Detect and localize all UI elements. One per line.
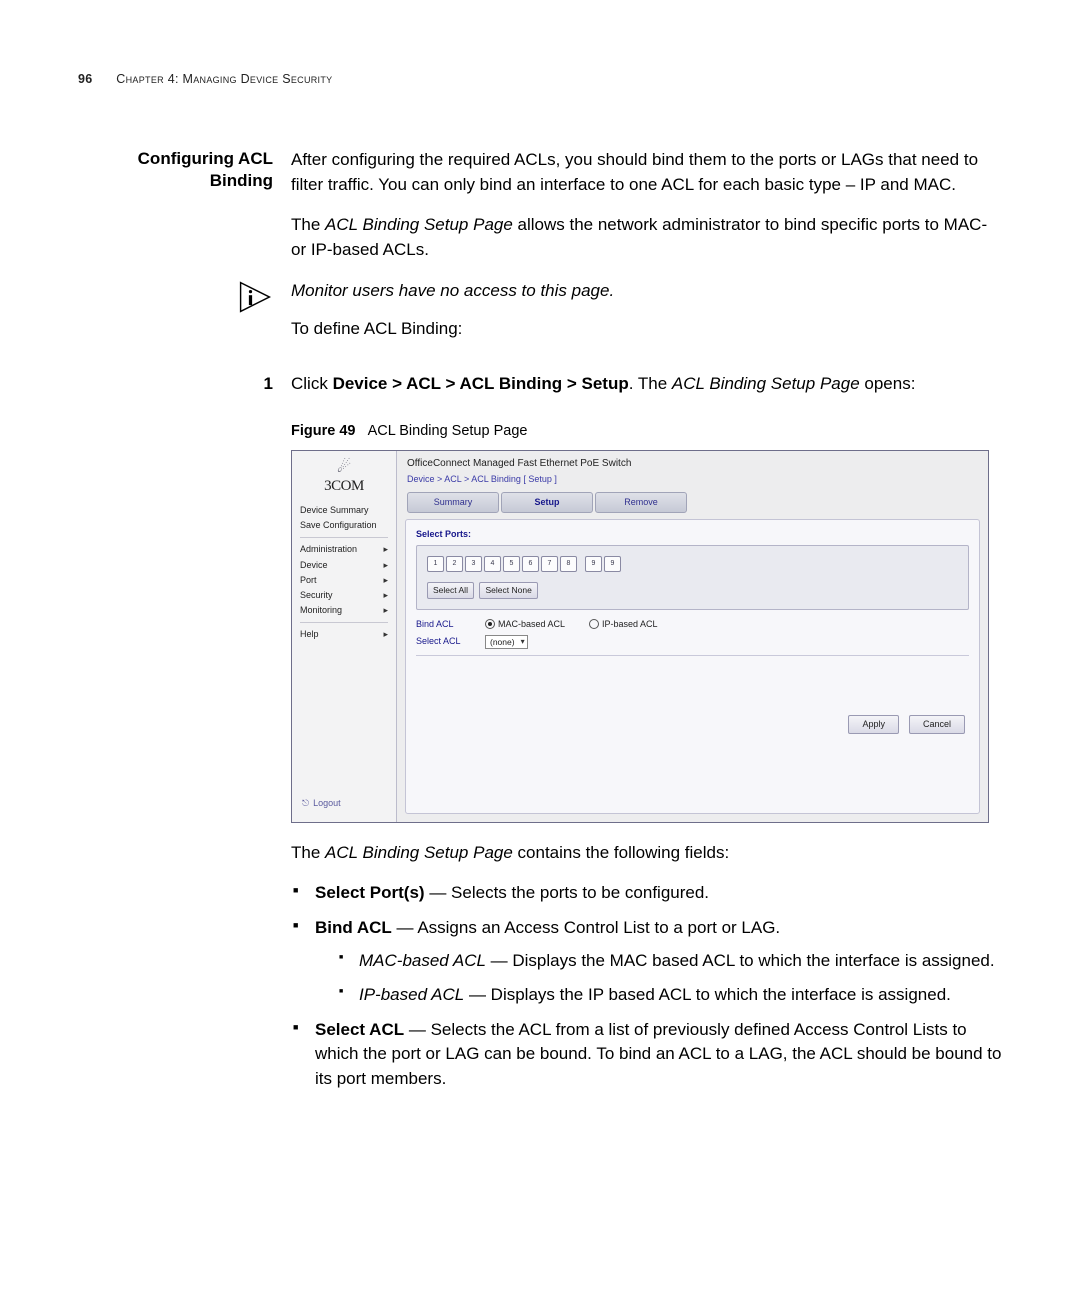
select-ports-label: Select Ports:	[416, 528, 969, 541]
step-1-text: Click Device > ACL > ACL Binding > Setup…	[291, 372, 1005, 397]
breadcrumb: Device > ACL > ACL Binding [ Setup ]	[397, 473, 988, 492]
bind-acl-label: Bind ACL	[416, 618, 471, 631]
port-5[interactable]: 5	[503, 556, 520, 572]
sub-bullet-mac: MAC-based ACL — Displays the MAC based A…	[339, 949, 1005, 974]
tab-setup[interactable]: Setup	[501, 492, 593, 513]
port-1[interactable]: 1	[427, 556, 444, 572]
contains-line: The ACL Binding Setup Page contains the …	[291, 841, 1005, 866]
bullet-select-ports: Select Port(s) — Selects the ports to be…	[291, 881, 1005, 906]
intro-paragraph: After configuring the required ACLs, you…	[291, 148, 1005, 197]
sidebar-item-port[interactable]: Port▸	[300, 573, 388, 588]
select-acl-label: Select ACL	[416, 635, 471, 648]
note-text: Monitor users have no access to this pag…	[291, 279, 1005, 304]
port-9b[interactable]: 9	[604, 556, 621, 572]
sidebar-item-device-summary[interactable]: Device Summary	[300, 503, 388, 518]
bullet-select-acl: Select ACL — Selects the ACL from a list…	[291, 1018, 1005, 1092]
sidebar-item-administration[interactable]: Administration▸	[300, 542, 388, 557]
sidebar-item-device[interactable]: Device▸	[300, 558, 388, 573]
product-title: OfficeConnect Managed Fast Ethernet PoE …	[397, 451, 988, 474]
info-icon	[78, 279, 291, 315]
bullet-bind-acl: Bind ACL — Assigns an Access Control Lis…	[291, 916, 1005, 1008]
sidebar-item-security[interactable]: Security▸	[300, 588, 388, 603]
port-4[interactable]: 4	[484, 556, 501, 572]
sidebar: ☄ 3COM Device Summary Save Configuration…	[292, 451, 397, 822]
radio-mac-based[interactable]: MAC-based ACL	[485, 618, 565, 631]
define-line: To define ACL Binding:	[291, 317, 1005, 342]
tab-remove[interactable]: Remove	[595, 492, 687, 513]
port-6[interactable]: 6	[522, 556, 539, 572]
sidebar-item-save-config[interactable]: Save Configuration	[300, 518, 388, 533]
tab-summary[interactable]: Summary	[407, 492, 499, 513]
port-8[interactable]: 8	[560, 556, 577, 572]
port-7[interactable]: 7	[541, 556, 558, 572]
logout-button[interactable]: ⎋Logout	[292, 787, 396, 822]
select-none-button[interactable]: Select None	[479, 582, 537, 598]
section-title: Configuring ACL Binding	[78, 148, 273, 192]
chapter-title: Chapter 4: Managing Device Security	[116, 72, 332, 86]
field-list: Select Port(s) — Selects the ports to be…	[291, 881, 1005, 1091]
port-2[interactable]: 2	[446, 556, 463, 572]
select-all-button[interactable]: Select All	[427, 582, 474, 598]
port-3[interactable]: 3	[465, 556, 482, 572]
globe-icon: ☄	[337, 460, 351, 476]
select-acl-dropdown[interactable]: (none)	[485, 635, 528, 649]
port-selector[interactable]: 1 2 3 4 5 6 7 8 9 9	[427, 556, 958, 572]
sidebar-item-help[interactable]: Help▸	[300, 627, 388, 642]
figure-caption: Figure 49 ACL Binding Setup Page	[291, 421, 1005, 442]
paragraph-2: The ACL Binding Setup Page allows the ne…	[291, 213, 1005, 262]
sidebar-item-monitoring[interactable]: Monitoring▸	[300, 603, 388, 618]
apply-button[interactable]: Apply	[848, 715, 899, 734]
screenshot: ☄ 3COM Device Summary Save Configuration…	[291, 450, 989, 823]
logout-icon: ⎋	[302, 797, 309, 810]
sub-bullet-ip: IP-based ACL — Displays the IP based ACL…	[339, 983, 1005, 1008]
radio-ip-based[interactable]: IP-based ACL	[589, 618, 658, 631]
brand-logo: ☄ 3COM	[292, 456, 396, 504]
cancel-button[interactable]: Cancel	[909, 715, 965, 734]
page-header: 96 Chapter 4: Managing Device Security	[78, 70, 1005, 88]
setup-panel: Select Ports: 1 2 3 4 5 6 7 8 9	[405, 519, 980, 813]
port-9a[interactable]: 9	[585, 556, 602, 572]
step-number: 1	[78, 372, 291, 397]
page-number: 96	[78, 72, 93, 86]
